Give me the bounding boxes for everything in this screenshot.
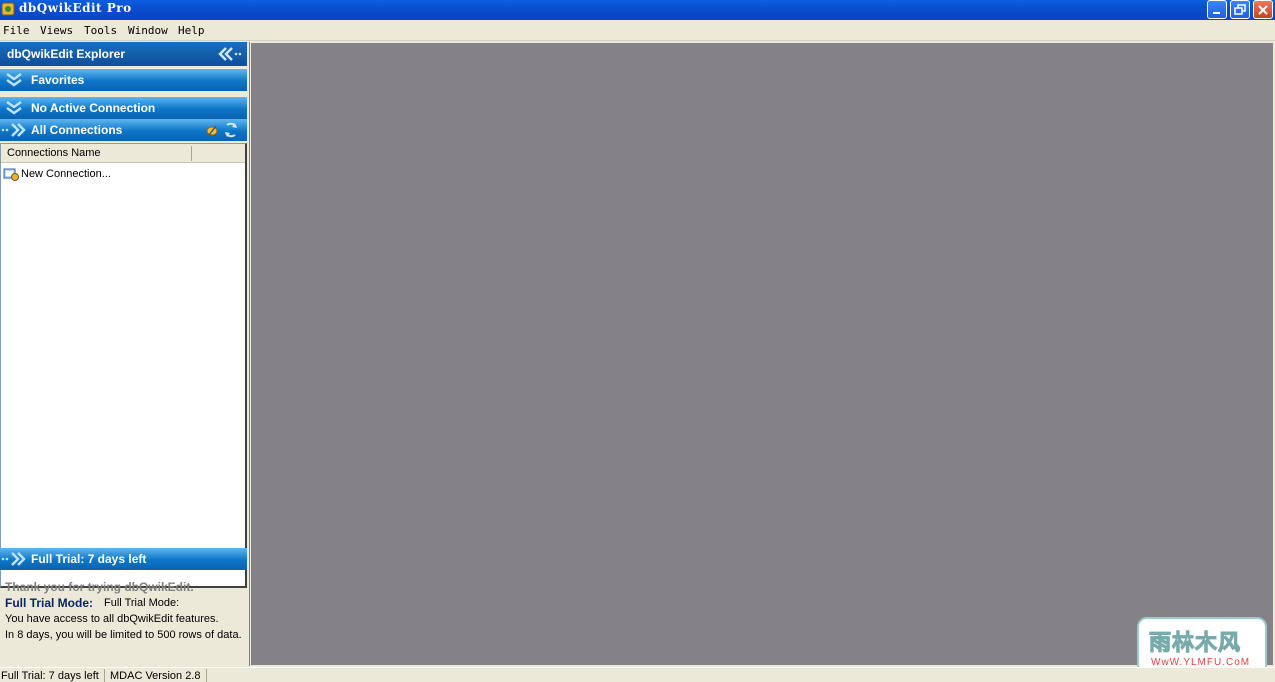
menu-bar: File Views Tools Window Help (0, 20, 1275, 41)
mdi-workspace (251, 43, 1273, 665)
column-connections-name[interactable]: Connections Name (7, 147, 101, 159)
explorer-header: dbQwikEdit Explorer (0, 42, 247, 66)
section-favorites[interactable]: Favorites (0, 69, 247, 91)
column-separator[interactable] (191, 146, 192, 161)
double-chevron-right-icon (1, 123, 26, 137)
title-bar[interactable]: dbQwikEdit Pro (0, 0, 1275, 20)
trial-access: You have access to all dbQwikEdit featur… (5, 613, 219, 625)
connections-grid[interactable]: Connections Name New Connection... (0, 143, 247, 588)
trial-thanks: Thank you for trying dbQwikEdit. (5, 580, 194, 594)
trial-bar-label: Full Trial: 7 days left (31, 552, 147, 566)
new-connection-icon (3, 168, 19, 181)
menu-window[interactable]: Window (128, 24, 168, 37)
app-icon (1, 2, 15, 16)
section-favorites-label: Favorites (31, 73, 85, 87)
minimize-button[interactable] (1207, 0, 1227, 19)
trial-mode-label: Full Trial Mode: (5, 596, 94, 610)
close-button[interactable] (1253, 0, 1273, 19)
new-connection-label: New Connection... (21, 168, 111, 180)
status-trial: Full Trial: 7 days left (1, 670, 99, 682)
explorer-panel: dbQwikEdit Explorer Favorites No Active … (0, 42, 247, 666)
pencil-icon[interactable] (205, 123, 219, 137)
section-all-connections-label: All Connections (31, 123, 123, 137)
window-title: dbQwikEdit Pro (19, 1, 132, 15)
status-mdac: MDAC Version 2.8 (110, 670, 201, 682)
status-separator (104, 669, 105, 682)
double-chevron-down-icon (6, 100, 22, 115)
watermark-brand: 雨林木风 (1148, 630, 1242, 656)
status-bar: Full Trial: 7 days left MDAC Version 2.8 (0, 667, 1275, 682)
refresh-icon[interactable] (223, 121, 239, 139)
section-active-connection[interactable]: No Active Connection (0, 97, 247, 119)
close-icon (1258, 5, 1268, 15)
minimize-icon (1213, 12, 1220, 14)
double-chevron-down-icon (6, 72, 22, 87)
menu-help[interactable]: Help (178, 24, 205, 37)
menu-views[interactable]: Views (40, 24, 73, 37)
menu-file[interactable]: File (3, 24, 30, 37)
panel-splitter[interactable] (247, 42, 250, 666)
double-chevron-left-icon[interactable] (217, 46, 243, 62)
section-trial[interactable]: Full Trial: 7 days left (0, 548, 247, 570)
double-chevron-right-icon (1, 552, 26, 566)
menu-tools[interactable]: Tools (84, 24, 117, 37)
section-active-connection-label: No Active Connection (31, 101, 156, 115)
explorer-title: dbQwikEdit Explorer (7, 47, 126, 61)
trial-limit: In 8 days, you will be limited to 500 ro… (5, 629, 242, 641)
restore-button[interactable] (1230, 0, 1250, 19)
restore-icon (1234, 4, 1246, 15)
grid-header: Connections Name (1, 144, 245, 163)
status-separator (206, 669, 207, 682)
trial-mode-value: Full Trial Mode: (104, 597, 180, 609)
section-all-connections[interactable]: All Connections (0, 119, 247, 141)
